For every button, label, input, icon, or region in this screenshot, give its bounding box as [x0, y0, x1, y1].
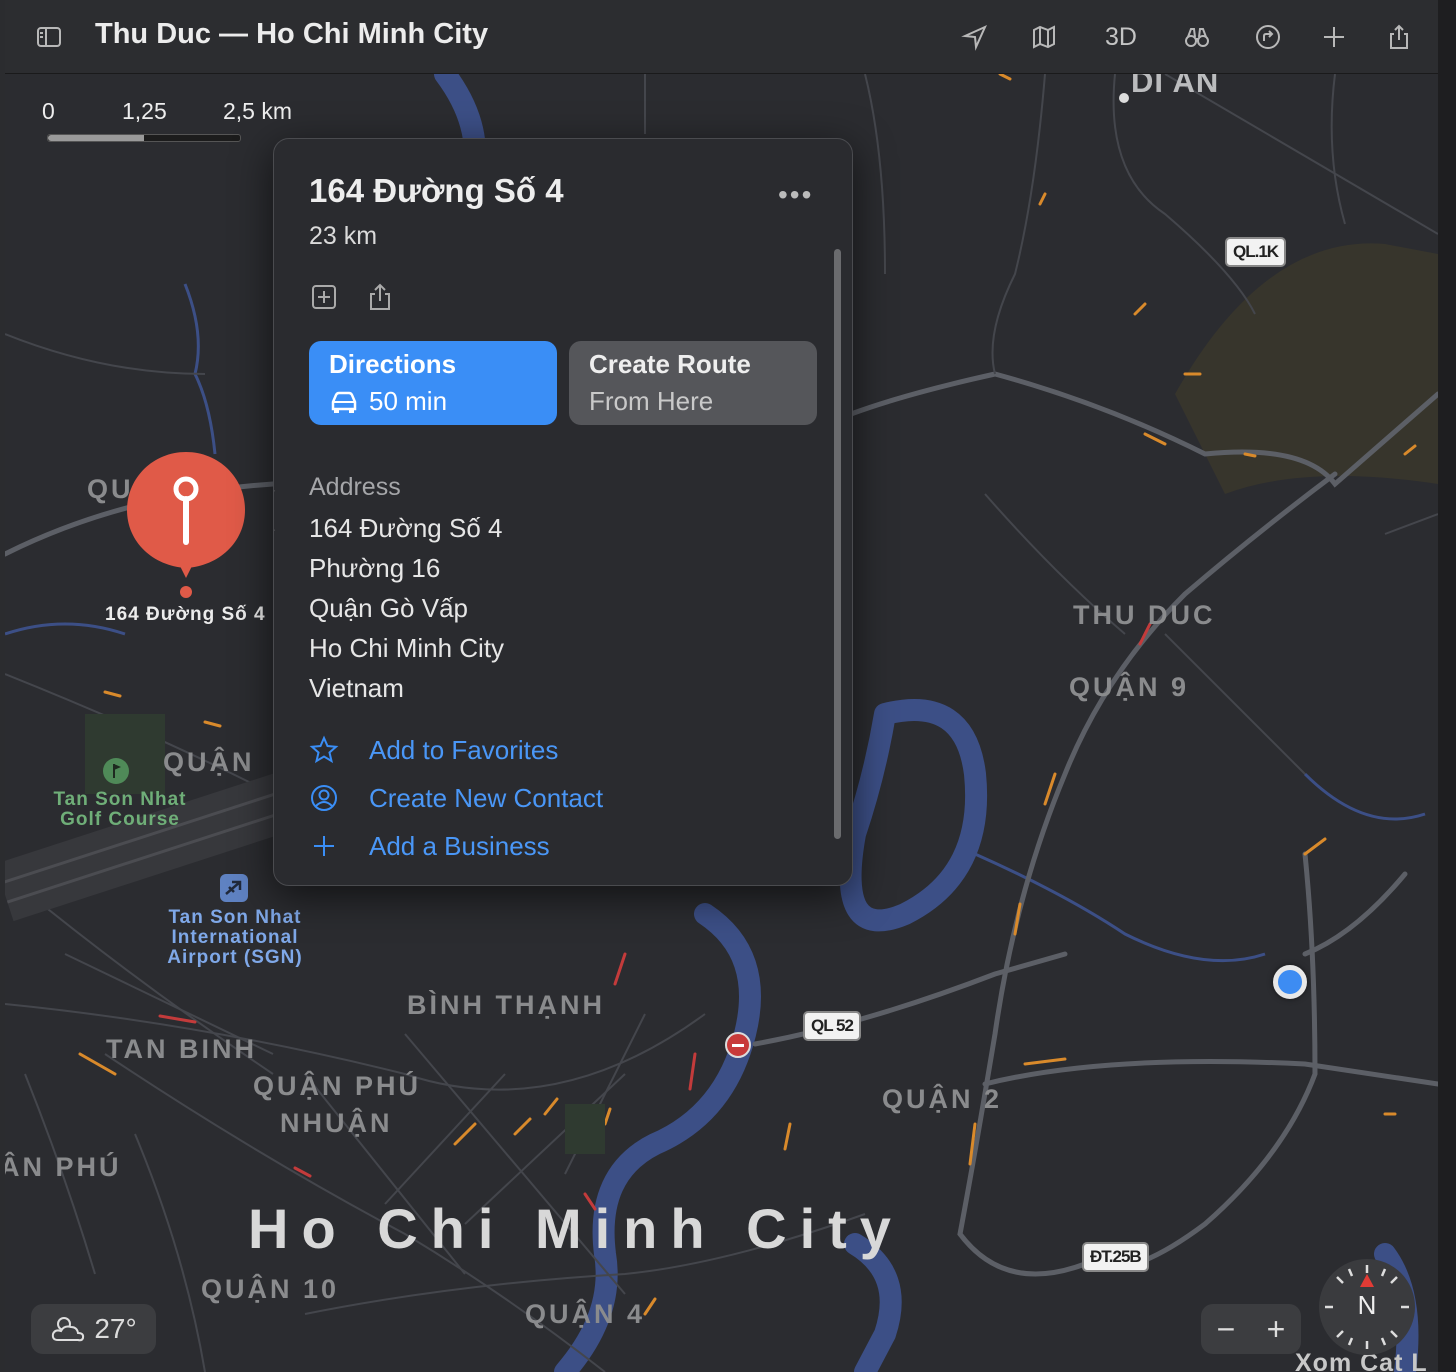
sidebar-icon: [37, 27, 61, 47]
map-label-binh-thanh: BÌNH THẠNH: [407, 990, 605, 1020]
poi-airport-line3: Airport (SGN): [167, 947, 303, 968]
address-line: Ho Chi Minh City: [309, 633, 505, 663]
road-shield-ql1k: QL.1K: [1225, 237, 1287, 267]
map-label-quan-4: QUẬN 4: [525, 1299, 646, 1329]
weather-badge[interactable]: 27°: [31, 1304, 156, 1354]
poi-airport-line1: Tan Son Nhat: [168, 907, 302, 928]
view-3d-button[interactable]: 3D: [1102, 20, 1140, 54]
window-title: Thu Duc — Ho Chi Minh City: [95, 18, 489, 50]
map-label-nhuan: NHUẬN: [280, 1108, 393, 1138]
poi-airport-line2: International: [171, 927, 299, 948]
add-a-business-action[interactable]: Add a Business: [309, 830, 550, 862]
poi-airport[interactable]: Tan Son Nhat International Airport (SGN): [155, 908, 315, 968]
place-distance: 23 km: [309, 222, 378, 250]
look-around-button[interactable]: [1180, 20, 1214, 54]
partly-cloudy-icon: [52, 1317, 85, 1342]
zoom-control: − +: [1201, 1304, 1301, 1354]
create-route-button[interactable]: Create Route From Here: [569, 341, 817, 425]
zoom-in-button[interactable]: +: [1267, 1311, 1286, 1348]
airport-icon[interactable]: [220, 874, 248, 902]
map-mode-button[interactable]: [1027, 20, 1061, 54]
di-an-dot: [1119, 93, 1129, 103]
poi-golf-line1: Tan Son Nhat: [53, 789, 187, 810]
create-route-line2: From Here: [589, 386, 714, 416]
add-a-business-label: Add a Business: [369, 830, 550, 861]
plus-icon: [314, 836, 334, 856]
directions-button[interactable]: Directions 50 min: [309, 341, 557, 425]
maps-window: Thu Duc — Ho Chi Minh City 3D 0 1,25 2,5…: [5, 0, 1439, 1372]
map-label-quan-2: QUẬN 2: [882, 1084, 1003, 1114]
compass-north-label: N: [1357, 1290, 1377, 1320]
zoom-out-button[interactable]: −: [1217, 1311, 1236, 1348]
add-button[interactable]: [1317, 20, 1351, 54]
map-label-city: Ho Chi Minh City: [248, 1197, 904, 1260]
map-label-quan-partial: QUẬN: [163, 747, 255, 777]
no-entry-icon: [725, 1032, 751, 1058]
place-card: 164 Đường Số 4 23 km ••• Directions 50 m…: [273, 138, 853, 886]
address-line: Vietnam: [309, 673, 404, 703]
directions-label: Directions: [329, 349, 457, 379]
add-to-guide-icon[interactable]: [309, 282, 339, 312]
poi-golf-line2: Golf Course: [60, 809, 180, 830]
scale-label-max: 2,5 km: [223, 98, 293, 124]
binoculars-icon: [1185, 28, 1209, 47]
card-scrollbar[interactable]: [834, 249, 841, 839]
star-icon: [309, 735, 339, 764]
map-scale: 0 1,25 2,5 km: [42, 98, 312, 142]
weather-temp: 27°: [94, 1313, 137, 1344]
user-location-dot[interactable]: [1273, 965, 1307, 999]
pin-label: 164 Đường Số 4: [105, 604, 266, 625]
current-location-button[interactable]: [958, 20, 992, 54]
card-quick-actions: [309, 282, 395, 312]
directions-time: 50 min: [369, 386, 448, 416]
road-shield-ql52: QL 52: [803, 1011, 861, 1041]
scale-label-0: 0: [42, 98, 55, 124]
golf-icon[interactable]: [103, 758, 129, 784]
sidebar-toggle-button[interactable]: [32, 20, 66, 54]
create-route-line1: Create Route: [589, 349, 751, 379]
location-pin-icon[interactable]: [125, 450, 247, 600]
share-icon: [1390, 24, 1408, 49]
create-new-contact-action[interactable]: Create New Contact: [309, 782, 603, 814]
road-shield-dt25b: ĐT.25B: [1082, 1242, 1149, 1272]
car-icon: [331, 391, 357, 413]
create-new-contact-label: Create New Contact: [369, 782, 604, 813]
route-icon: [1256, 25, 1280, 49]
add-to-favorites-label: Add to Favorites: [369, 734, 559, 765]
poi-golf-course[interactable]: Tan Son Nhat Golf Course: [45, 790, 195, 830]
map-label-quan-9: QUẬN 9: [1069, 672, 1190, 702]
compass-button[interactable]: N: [1319, 1259, 1415, 1355]
window-edge: [1438, 0, 1456, 1372]
scale-label-mid: 1,25: [122, 98, 167, 124]
map-label-quan-10: QUẬN 10: [201, 1274, 340, 1304]
map-label-tan-binh: TAN BINH: [106, 1034, 257, 1064]
address-line: Quận Gò Vấp: [309, 593, 468, 623]
scale-bar: [47, 134, 241, 142]
address-line: Phường 16: [309, 553, 441, 583]
map-icon: [1033, 25, 1055, 49]
title-bar: Thu Duc — Ho Chi Minh City 3D: [5, 0, 1438, 74]
plus-icon: [1324, 27, 1344, 47]
address-line: 164 Đường Số 4: [309, 513, 503, 543]
more-options-button[interactable]: •••: [778, 179, 813, 211]
add-to-favorites-action[interactable]: Add to Favorites: [309, 734, 558, 766]
map-label-thu-duc: THU DUC: [1073, 600, 1216, 630]
address-heading: Address: [309, 473, 401, 501]
directions-button[interactable]: [1251, 20, 1285, 54]
share-button[interactable]: [1382, 20, 1416, 54]
map-label-an-phu: ÂN PHÚ: [5, 1152, 122, 1182]
location-arrow-icon: [961, 25, 987, 51]
share-icon[interactable]: [365, 282, 395, 312]
address-block[interactable]: 164 Đường Số 4 Phường 16 Quận Gò Vấp Ho …: [309, 508, 504, 708]
place-title: 164 Đường Số 4: [309, 172, 564, 209]
person-circle-icon: [311, 785, 337, 811]
map-label-quan-phu: QUẬN PHÚ: [253, 1071, 422, 1101]
